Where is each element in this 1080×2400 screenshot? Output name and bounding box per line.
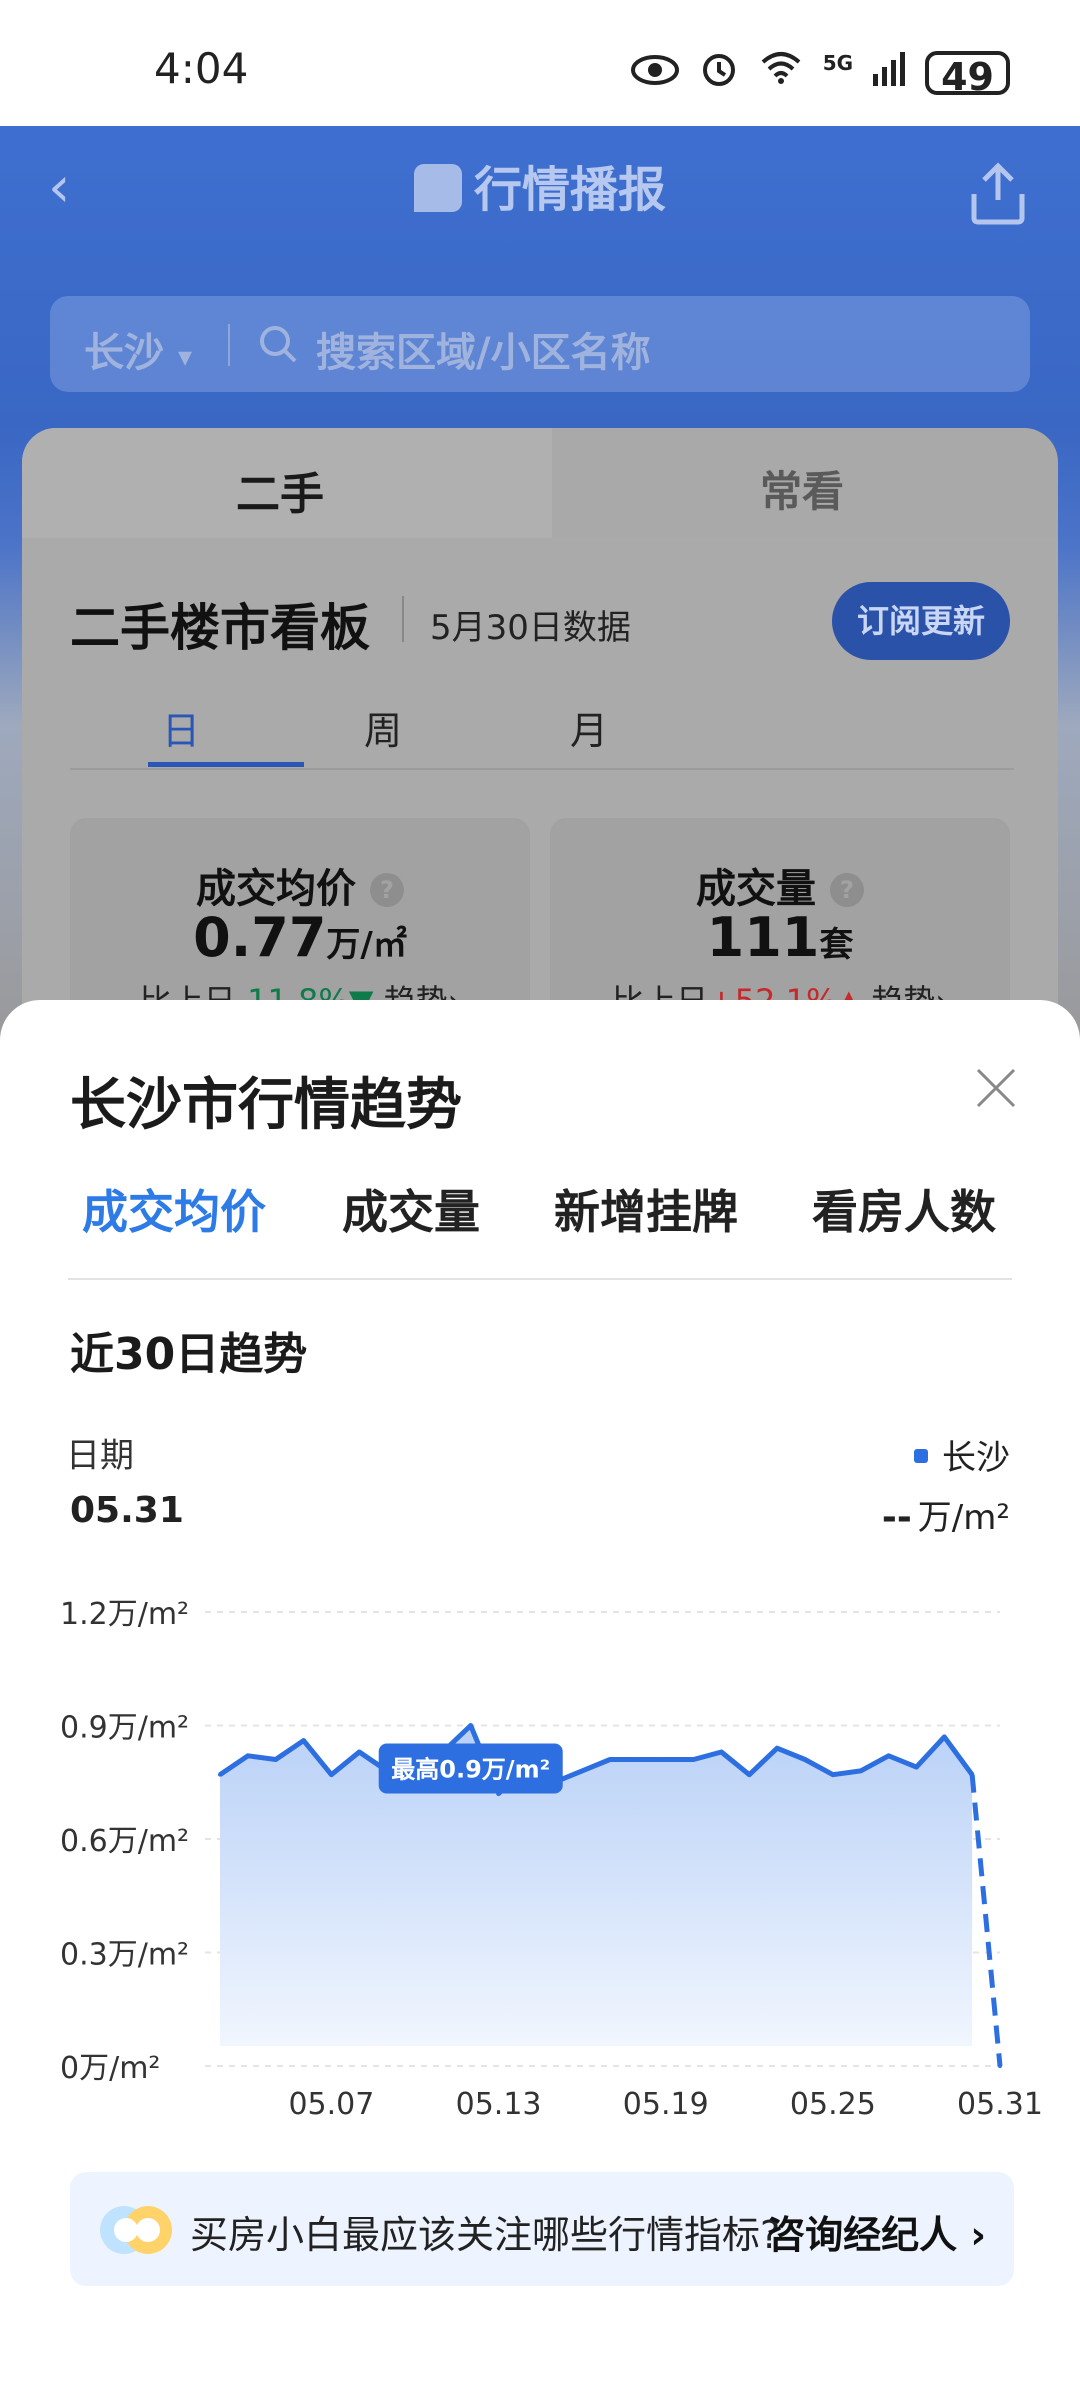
data-point: [218, 1772, 222, 1777]
help-icon[interactable]: ?: [369, 873, 404, 907]
logo-icon: [413, 164, 462, 212]
data-point: [608, 1757, 612, 1762]
date-value: 05.31: [70, 1490, 184, 1531]
city-selector[interactable]: 长沙 ▾: [84, 320, 192, 378]
status-bar: 4:04 5G 49: [0, 0, 1080, 126]
tabs-divider: [68, 1278, 1012, 1280]
legend-value: -- 万/m²: [882, 1490, 1010, 1539]
section-title: 近30日趋势: [70, 1329, 308, 1380]
x-tick-label: 05.19: [623, 2087, 709, 2122]
legend-value-unit: 万/m²: [917, 1498, 1010, 1538]
x-tick-label: 05.13: [456, 2087, 542, 2122]
board-title: 二手楼市看板: [70, 599, 370, 657]
legend-value-number: --: [881, 1497, 912, 1538]
period-tab-week[interactable]: 周: [364, 700, 402, 755]
data-point: [747, 1772, 752, 1777]
search-icon: [258, 324, 298, 368]
search-bar[interactable]: 长沙 ▾ 搜索区域/小区名称: [50, 296, 1030, 392]
status-icons: 5G 49: [630, 48, 1010, 99]
y-tick-label: 0万/m²: [60, 2051, 160, 2086]
tab-avg-price[interactable]: 成交均价: [82, 1176, 266, 1242]
x-tick-label: 05.31: [957, 2087, 1043, 2122]
data-point: [719, 1749, 724, 1754]
stat-value-number: 0.77: [193, 906, 327, 969]
data-point: [775, 1746, 780, 1751]
data-point: [914, 1765, 919, 1770]
data-point: [357, 1749, 362, 1754]
sheet-title: 长沙市行情趋势: [70, 1073, 462, 1138]
tab-second-hand-label[interactable]: 二手: [236, 458, 324, 522]
search-input[interactable]: 搜索区域/小区名称: [316, 320, 651, 378]
stat-value-unit: 套: [819, 925, 854, 965]
legend-name: 长沙: [942, 1438, 1010, 1478]
data-point: [329, 1772, 334, 1777]
data-point: [691, 1757, 696, 1762]
battery-indicator: 49: [925, 50, 1010, 99]
close-icon[interactable]: [974, 1066, 1018, 1110]
active-period-indicator: [148, 762, 304, 767]
legend-swatch: [914, 1449, 928, 1463]
eye-icon: [630, 51, 679, 95]
status-time: 4:04: [154, 44, 249, 93]
period-tab-day[interactable]: 日: [162, 700, 200, 755]
share-icon[interactable]: [968, 160, 1028, 226]
max-annotation-label: 最高0.9万/m²: [391, 1756, 550, 1784]
x-tick-label: 05.25: [790, 2087, 876, 2122]
date-label: 日期: [66, 1436, 134, 1476]
tab-viewers[interactable]: 看房人数: [812, 1176, 996, 1242]
data-point: [858, 1768, 863, 1773]
consult-agent-label: 咨询经纪人: [767, 2213, 958, 2257]
tab-volume[interactable]: 成交量: [342, 1176, 480, 1242]
data-point: [970, 1772, 975, 1777]
chevron-right-icon: ›: [970, 2213, 986, 2257]
subscribe-button[interactable]: 订阅更新: [832, 582, 1010, 660]
stat-value-unit: 万/㎡: [326, 925, 407, 965]
period-tab-month[interactable]: 月: [570, 700, 608, 755]
data-point: [468, 1723, 473, 1728]
data-point: [580, 1768, 585, 1773]
city-label: 长沙: [84, 330, 164, 376]
alarm-icon: [699, 48, 739, 97]
data-point: [830, 1772, 835, 1777]
data-point: [998, 2064, 1002, 2068]
y-tick-label: 0.6万/m²: [60, 1824, 189, 1859]
tip-text: 买房小白最应该关注哪些行情指标?: [190, 2213, 781, 2257]
chevron-down-icon: ▾: [177, 340, 192, 373]
tab-new-listings[interactable]: 新增挂牌: [554, 1176, 738, 1242]
y-tick-label: 1.2万/m²: [60, 1597, 189, 1632]
tab-frequent[interactable]: 常看: [760, 458, 844, 519]
data-point: [886, 1753, 891, 1758]
data-point: [301, 1738, 306, 1743]
consult-agent-link[interactable]: 咨询经纪人 ›: [767, 2204, 986, 2259]
period-tabs: 日 周 月: [70, 688, 1014, 770]
trend-chart[interactable]: 1.2万/m² 0.9万/m² 0.6万/m² 0.3万/m² 0万/m² 05.07 05…: [0, 1580, 1080, 2140]
board-divider: [402, 596, 404, 642]
signal-bars-icon: [873, 51, 906, 95]
data-point: [663, 1757, 668, 1762]
data-point: [635, 1757, 640, 1762]
data-point: [942, 1734, 947, 1739]
y-tick-label: 0.9万/m²: [60, 1711, 189, 1746]
page-title: 行情播报: [0, 150, 1080, 220]
y-tick-label: 0.3万/m²: [60, 1938, 189, 1973]
stat-value: 0.77万/㎡: [70, 906, 530, 969]
stat-value: 111套: [550, 906, 1010, 969]
board-date-note: 5月30日数据: [430, 608, 631, 648]
x-tick-label: 05.07: [288, 2087, 374, 2122]
data-point: [245, 1753, 250, 1758]
wifi-icon: [759, 50, 803, 95]
tip-bar[interactable]: 买房小白最应该关注哪些行情指标? 咨询经纪人 ›: [70, 2172, 1014, 2286]
data-point: [803, 1757, 807, 1762]
trend-bottom-sheet: 长沙市行情趋势 成交均价 成交量 新增挂牌 看房人数 近30日趋势 日期 05.…: [0, 1000, 1080, 2400]
series-line-dashed: [969, 1774, 1003, 2067]
mascot-icon: [96, 2200, 176, 2258]
chart-legend: 长沙: [914, 1430, 1010, 1479]
help-icon[interactable]: ?: [829, 873, 864, 907]
signal-5g-icon: 5G: [822, 50, 854, 75]
city-divider: [228, 324, 230, 366]
data-point: [273, 1757, 278, 1762]
stat-value-number: 111: [706, 906, 820, 969]
page-title-text: 行情播报: [473, 162, 666, 218]
